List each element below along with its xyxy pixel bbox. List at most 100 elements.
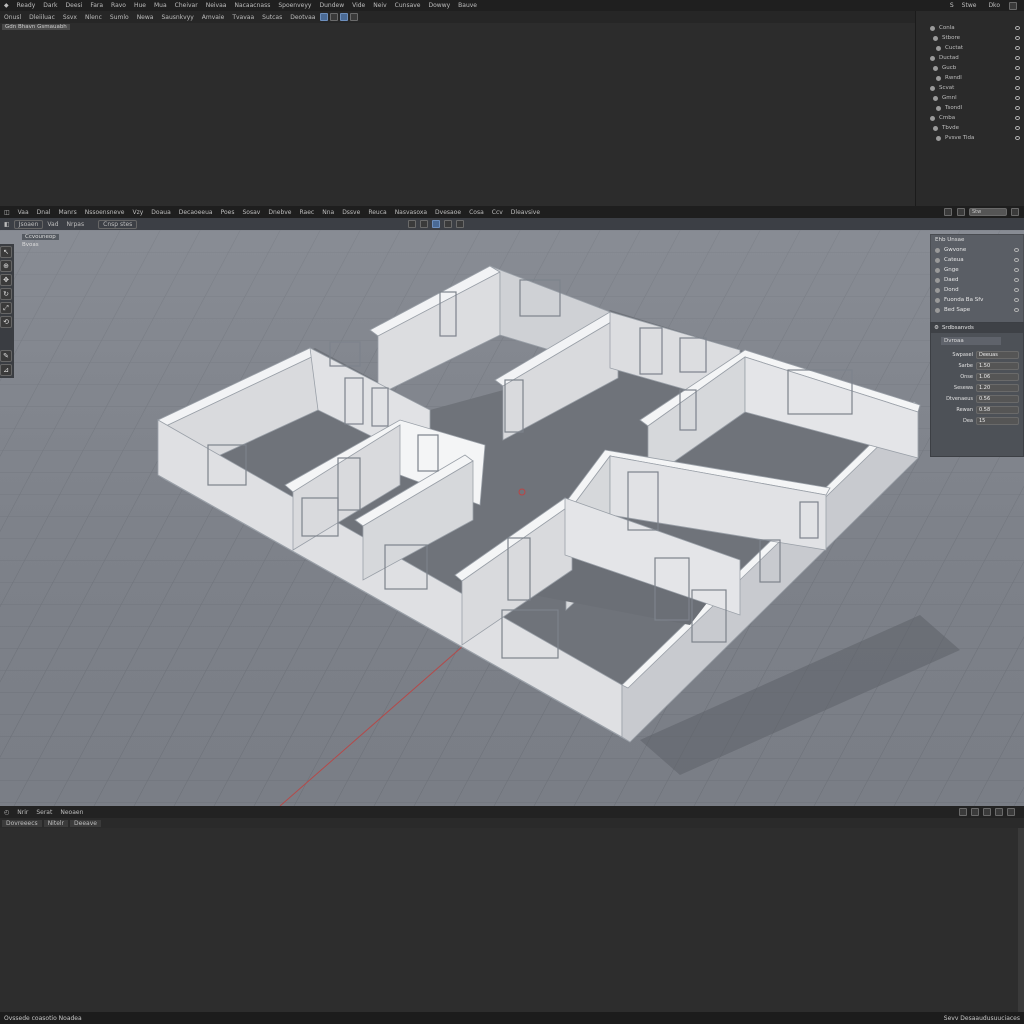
menu-item[interactable]: Nna [318, 209, 338, 216]
transform-tool-icon[interactable]: ⟲ [0, 316, 12, 328]
outliner-row[interactable]: Ductad [916, 53, 1024, 63]
timeline-scrollbar[interactable] [1018, 828, 1024, 1012]
scene-icon[interactable]: S [950, 2, 954, 9]
proportional-icon[interactable] [432, 220, 441, 228]
mini-outliner-row[interactable]: Cateua [931, 255, 1023, 265]
menu-item[interactable]: Ready [13, 2, 40, 9]
mini-outliner-row[interactable]: Gnge [931, 265, 1023, 275]
timeline-sub-item[interactable]: Dovreeecs [2, 819, 42, 827]
outliner-row[interactable]: Conla [916, 23, 1024, 33]
menu-item[interactable]: Doaua [147, 209, 174, 216]
menu-item[interactable]: Ravo [107, 2, 130, 9]
scale-tool-icon[interactable]: ⤢ [0, 302, 12, 314]
menu-item[interactable]: Manrs [54, 209, 80, 216]
mini-outliner-row[interactable]: Gwvone [931, 245, 1023, 255]
visibility-icon[interactable] [1015, 66, 1020, 70]
menu-item[interactable]: Poes [217, 209, 239, 216]
measure-tool-icon[interactable]: ⊿ [0, 364, 12, 376]
property-value[interactable]: 0.56 [976, 394, 1019, 403]
cursor-tool-icon[interactable]: ⊕ [0, 260, 12, 272]
toolbar-item[interactable]: Onusl [0, 14, 25, 21]
timeline-area[interactable] [0, 828, 1018, 1012]
menu-item[interactable]: Nacaacnass [230, 2, 274, 9]
property-value[interactable]: 1.50 [976, 361, 1019, 370]
menu-item[interactable]: Neivaa [202, 2, 231, 9]
visibility-icon[interactable] [1014, 288, 1019, 292]
outliner-row[interactable]: Scvat [916, 83, 1024, 93]
select-tool-icon[interactable]: ↖ [0, 246, 12, 258]
xray-icon[interactable] [456, 220, 465, 228]
menu-item[interactable]: Raec [296, 209, 319, 216]
outliner-row[interactable]: Cuctat [916, 43, 1024, 53]
menu-item[interactable]: Decaoeeua [175, 209, 217, 216]
menu-item[interactable]: Ccv [488, 209, 507, 216]
timeline-icon[interactable]: ◴ [0, 809, 13, 816]
view-menu[interactable]: Vad [43, 221, 62, 228]
menu-item[interactable]: Spoenveyy [274, 2, 315, 9]
menu-item[interactable]: Dnebve [264, 209, 295, 216]
menu-item[interactable]: Serat [32, 809, 56, 816]
property-value[interactable]: 15 [976, 416, 1019, 425]
toolbar-item[interactable]: Sumlo [106, 14, 133, 21]
property-value[interactable]: 1.20 [976, 383, 1019, 392]
visibility-icon[interactable] [1015, 106, 1020, 110]
upper-editor[interactable]: Gdn Bhavn Gsmauabh [0, 23, 915, 206]
mini-outliner-row[interactable]: Fuonda Ba Sfv [931, 295, 1023, 305]
menu-item[interactable]: Neoaen [56, 809, 87, 816]
visibility-icon[interactable] [1015, 56, 1020, 60]
menu-item[interactable]: Cunsave [391, 2, 425, 9]
menu-item[interactable]: Bauve [454, 2, 481, 9]
overlay-icon[interactable] [444, 220, 453, 228]
menu-item[interactable]: Vaa [14, 209, 33, 216]
annotate-tool-icon[interactable]: ✎ [0, 350, 12, 362]
menu-item[interactable]: Vide [348, 2, 369, 9]
toolbar-item[interactable]: Tvavaa [228, 14, 258, 21]
view-layer-field[interactable]: Stw [969, 208, 1007, 216]
menu-item[interactable]: Dundew [315, 2, 348, 9]
visibility-icon[interactable] [1014, 258, 1019, 262]
window-icon[interactable] [1009, 1, 1017, 10]
menu-item[interactable]: Dleavsive [507, 209, 544, 216]
menu-item[interactable]: Fara [86, 2, 107, 9]
move-tool-icon[interactable]: ✥ [0, 274, 12, 286]
outliner-row[interactable]: Stbore [916, 33, 1024, 43]
outliner-row[interactable]: Rwndl [916, 73, 1024, 83]
menu-item[interactable]: Reuca [364, 209, 390, 216]
app-icon[interactable]: ◆ [0, 2, 13, 9]
visibility-icon[interactable] [1014, 268, 1019, 272]
move-icon[interactable] [340, 13, 349, 21]
outliner-row[interactable]: Cmba [916, 113, 1024, 123]
select-mode-icon[interactable] [320, 13, 329, 21]
timeline-sub-item[interactable]: Nitelr [43, 819, 69, 827]
editor-icon[interactable]: ◧ [0, 221, 14, 228]
toolbar-item[interactable]: Sutcas [258, 14, 286, 21]
mini-outliner-row[interactable]: Bed Sape [931, 305, 1023, 315]
menu-item[interactable]: Dvesaoe [431, 209, 465, 216]
rotate-tool-icon[interactable]: ↻ [0, 288, 12, 300]
property-value[interactable]: 0.58 [976, 405, 1019, 414]
visibility-icon[interactable] [1015, 96, 1020, 100]
pin-icon[interactable] [944, 208, 952, 216]
object-menu[interactable]: Cnsp stes [98, 219, 138, 229]
play-back-icon[interactable] [959, 808, 967, 816]
rotate-icon[interactable] [350, 13, 359, 21]
record-icon[interactable] [995, 808, 1003, 816]
viewport-3d[interactable]: Ccvouneop Bvoas ↖ ⊕ ✥ ↻ ⤢ ⟲ ✎ ⊿ Ehb Unsa… [0, 230, 1024, 806]
menu-item[interactable]: Dnal [33, 209, 55, 216]
frame-icon[interactable] [1007, 808, 1015, 816]
view-layer-icon[interactable] [957, 208, 965, 216]
layer-label[interactable]: Dko [984, 2, 1004, 9]
menu-item[interactable]: Cosa [465, 209, 488, 216]
keyframe-icon[interactable] [983, 808, 991, 816]
property-value[interactable]: 1.06 [976, 372, 1019, 381]
snap-icon[interactable] [420, 220, 429, 228]
visibility-icon[interactable] [1015, 36, 1020, 40]
mode-menu[interactable]: Jsoaen [13, 219, 44, 229]
outliner-row[interactable]: Tsondl [916, 103, 1024, 113]
menu-item[interactable]: Hue [130, 2, 150, 9]
menu-item[interactable]: Neiv [369, 2, 390, 9]
visibility-icon[interactable] [1014, 298, 1019, 302]
menu-item[interactable]: Nssoensneve [81, 209, 129, 216]
visibility-icon[interactable] [1015, 136, 1020, 140]
toolbar-item[interactable]: Ssvx [59, 14, 81, 21]
